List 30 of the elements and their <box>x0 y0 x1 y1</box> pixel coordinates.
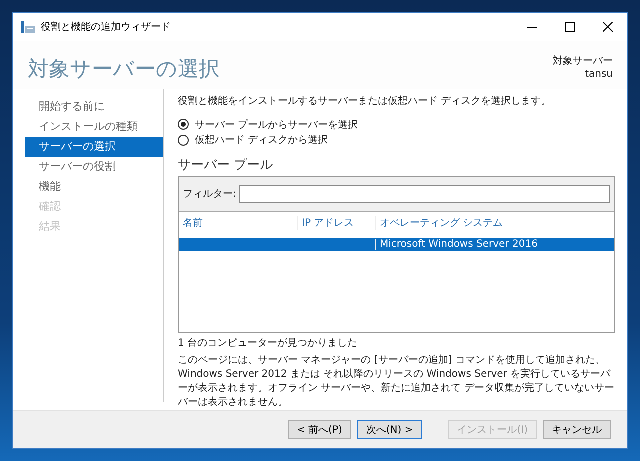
target-server-label: 対象サーバー <box>553 55 613 68</box>
target-server-value: tansu <box>584 68 613 81</box>
nav-item[interactable]: サーバーの選択 <box>25 137 163 157</box>
filter-label: フィルター: <box>183 188 236 201</box>
radio-label[interactable]: 仮想ハード ディスクから選択 <box>195 133 328 148</box>
wizard-button[interactable]: 次へ(N) > <box>357 420 422 439</box>
table-row[interactable]: Microsoft Windows Server 2016 <box>179 238 614 251</box>
wizard-button[interactable]: < 前へ(P) <box>288 420 352 439</box>
server-manager-icon <box>21 21 35 33</box>
wizard-button[interactable]: キャンセル <box>543 420 611 439</box>
window-title: 役割と機能の追加ウィザード <box>41 20 171 34</box>
nav-item[interactable]: 開始する前に <box>25 97 163 117</box>
minimize-icon <box>527 26 537 28</box>
close-icon <box>603 22 613 32</box>
description-text: このページには、サーバー マネージャーの [サーバーの追加] コマンドを使用して追加された、Windows Server 2012 または それ以降のリリースの Windows Server を実行しているサーバーが表示されます。オフライン サーバーや、新たに追加されて データ収集が完了していないサーバーは表示されません。 <box>178 354 615 410</box>
maximize-icon <box>565 22 575 32</box>
radio-button[interactable] <box>178 134 189 146</box>
page-title: 対象サーバーの選択 <box>28 56 220 83</box>
result-count: 1 台のコンピューターが見つかりました <box>178 337 359 351</box>
radio-label[interactable]: サーバー プールからサーバーを選択 <box>195 118 358 132</box>
radio-button[interactable] <box>178 119 189 130</box>
column-header[interactable]: オペレーティング システム <box>375 216 565 230</box>
column-header[interactable]: IP アドレス <box>297 216 375 230</box>
filter-field[interactable] <box>239 185 610 203</box>
nav-item[interactable]: サーバーの役割 <box>25 157 163 177</box>
section-title: サーバー プール <box>178 157 274 174</box>
instruction-text: 役割と機能をインストールするサーバーまたは仮想ハード ディスクを選択します。 <box>178 95 552 109</box>
nav-item[interactable]: 機能 <box>25 177 163 197</box>
column-header[interactable]: 名前 <box>179 216 297 230</box>
nav-item[interactable]: インストールの種類 <box>25 117 163 137</box>
